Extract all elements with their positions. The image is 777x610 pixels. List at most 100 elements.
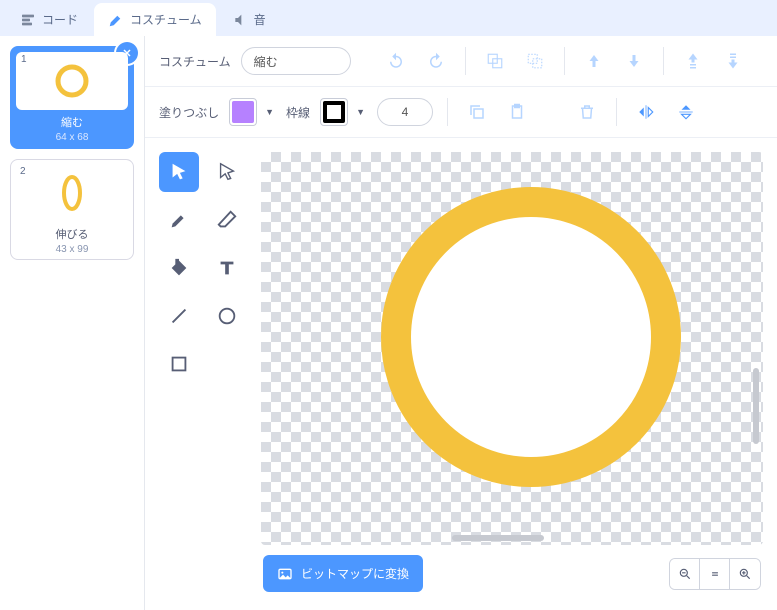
- trash-icon: [578, 103, 596, 121]
- text-tool[interactable]: [207, 248, 247, 288]
- up-arrow-icon: [585, 52, 603, 70]
- cursor-icon: [168, 161, 190, 183]
- square-icon: [168, 353, 190, 375]
- tab-costumes[interactable]: コスチューム: [94, 3, 216, 36]
- costume-list: 1 縮む 64 x 68 2 伸びる 43 x 99: [0, 36, 145, 610]
- vertical-scrollbar[interactable]: [753, 368, 759, 444]
- tool-palette: [159, 152, 247, 596]
- costume-preview: 1: [16, 52, 128, 110]
- ungroup-button[interactable]: [520, 46, 550, 76]
- group-button[interactable]: [480, 46, 510, 76]
- flip-horizontal-button[interactable]: [631, 97, 661, 127]
- bottom-bar: ビットマップに変換: [261, 545, 763, 596]
- reshape-icon: [216, 161, 238, 183]
- brush-tool[interactable]: [159, 200, 199, 240]
- fill-tool[interactable]: [159, 248, 199, 288]
- forward-button[interactable]: [579, 46, 609, 76]
- paste-button[interactable]: [502, 97, 532, 127]
- costume-thumb-2[interactable]: 2 伸びる 43 x 99: [10, 159, 134, 260]
- flip-vertical-button[interactable]: [671, 97, 701, 127]
- circle-icon: [216, 305, 238, 327]
- tab-sounds[interactable]: 音: [218, 3, 280, 36]
- separator: [564, 47, 565, 75]
- separator: [465, 47, 466, 75]
- image-icon: [277, 566, 293, 582]
- paste-icon: [508, 103, 526, 121]
- outline-swatch[interactable]: ▼: [320, 98, 367, 126]
- front-icon: [684, 52, 702, 70]
- front-button[interactable]: [678, 46, 708, 76]
- down-arrow-icon: [625, 52, 643, 70]
- costume-size-label: 43 x 99: [15, 244, 129, 255]
- zoom-in-icon: [738, 567, 752, 581]
- tab-bar: コード コスチューム 音: [0, 0, 777, 36]
- delete-button[interactable]: [572, 97, 602, 127]
- costume-thumb-1[interactable]: 1 縮む 64 x 68: [10, 46, 134, 149]
- costume-name-label: 縮む: [16, 114, 128, 130]
- fill-dropdown-caret[interactable]: ▼: [263, 107, 276, 117]
- copy-icon: [468, 103, 486, 121]
- group-icon: [486, 52, 504, 70]
- drawing-canvas[interactable]: [261, 152, 763, 545]
- line-icon: [168, 305, 190, 327]
- editor-toolbar: コスチューム: [145, 36, 777, 87]
- fill-swatch[interactable]: ▼: [229, 98, 276, 126]
- costume-name-input[interactable]: [241, 47, 351, 75]
- undo-icon: [387, 52, 405, 70]
- select-tool[interactable]: [159, 152, 199, 192]
- tab-code-label: コード: [42, 11, 78, 28]
- convert-bitmap-button[interactable]: ビットマップに変換: [263, 555, 423, 592]
- style-toolbar: 塗りつぶし ▼ 枠線 ▼: [145, 87, 777, 138]
- eraser-tool[interactable]: [207, 200, 247, 240]
- backward-button[interactable]: [619, 46, 649, 76]
- redo-icon: [427, 52, 445, 70]
- tab-code[interactable]: コード: [6, 3, 92, 36]
- tab-costumes-label: コスチューム: [130, 11, 202, 28]
- costume-preview: 2: [15, 164, 129, 222]
- convert-bitmap-label: ビットマップに変換: [301, 565, 409, 582]
- ungroup-icon: [526, 52, 544, 70]
- back-button[interactable]: [718, 46, 748, 76]
- undo-button[interactable]: [381, 46, 411, 76]
- zoom-reset-icon: [708, 567, 722, 581]
- separator: [447, 98, 448, 126]
- reshape-tool[interactable]: [207, 152, 247, 192]
- tab-sounds-label: 音: [254, 11, 266, 28]
- redo-button[interactable]: [421, 46, 451, 76]
- eraser-icon: [216, 209, 238, 231]
- stage-wrap: ビットマップに変換: [261, 152, 763, 596]
- brush-icon: [108, 12, 124, 28]
- canvas-area: ビットマップに変換: [145, 138, 777, 610]
- costume-editor: コスチューム 塗りつぶし ▼ 枠線 ▼: [145, 36, 777, 610]
- line-tool[interactable]: [159, 296, 199, 336]
- separator: [663, 47, 664, 75]
- flip-v-icon: [677, 103, 695, 121]
- circle-tool[interactable]: [207, 296, 247, 336]
- fill-label: 塗りつぶし: [159, 104, 219, 121]
- outline-dropdown-caret[interactable]: ▼: [354, 107, 367, 117]
- ring-preview-icon: [52, 61, 92, 101]
- copy-button[interactable]: [462, 97, 492, 127]
- horizontal-scrollbar[interactable]: [452, 535, 544, 541]
- ellipse-preview-icon: [52, 173, 92, 213]
- outline-width-input[interactable]: [377, 98, 433, 126]
- zoom-reset-button[interactable]: [700, 559, 730, 589]
- text-icon: [216, 257, 238, 279]
- rect-tool[interactable]: [159, 344, 199, 384]
- sound-icon: [232, 12, 248, 28]
- zoom-controls: [669, 558, 761, 590]
- flip-h-icon: [637, 103, 655, 121]
- bucket-icon: [168, 257, 190, 279]
- paintbrush-icon: [168, 209, 190, 231]
- zoom-in-button[interactable]: [730, 559, 760, 589]
- back-icon: [724, 52, 742, 70]
- main-area: 1 縮む 64 x 68 2 伸びる 43 x 99 コスチューム: [0, 36, 777, 610]
- separator: [616, 98, 617, 126]
- zoom-out-button[interactable]: [670, 559, 700, 589]
- costume-name-label: 伸びる: [15, 226, 129, 242]
- costume-number: 2: [20, 166, 26, 177]
- zoom-out-icon: [678, 567, 692, 581]
- ring-shape[interactable]: [381, 187, 681, 487]
- costume-name-label: コスチューム: [159, 53, 231, 70]
- code-icon: [20, 12, 36, 28]
